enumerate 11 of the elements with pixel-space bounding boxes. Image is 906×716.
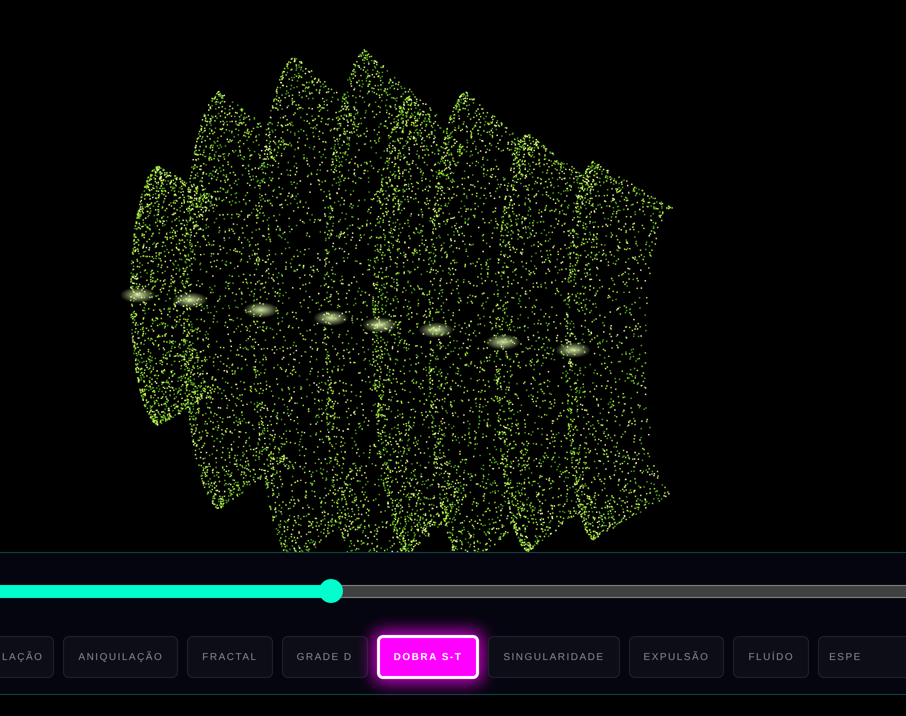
mode-button[interactable]: FRACTAL <box>187 636 273 678</box>
mode-button[interactable]: ANIQUILAÇÃO <box>63 636 178 678</box>
mode-button[interactable]: LAÇÃO <box>0 636 54 678</box>
mode-button[interactable]: SINGULARIDADE <box>488 636 620 678</box>
mode-button[interactable]: DOBRA S-T <box>376 635 480 679</box>
mode-button[interactable]: ESPE <box>818 636 906 678</box>
slider-thumb[interactable] <box>318 579 343 603</box>
mode-button[interactable]: EXPULSÃO <box>628 636 724 678</box>
mode-button[interactable]: FLUÍDO <box>733 636 810 678</box>
slider[interactable] <box>0 579 906 603</box>
mode-button[interactable]: GRADE D <box>282 636 368 678</box>
